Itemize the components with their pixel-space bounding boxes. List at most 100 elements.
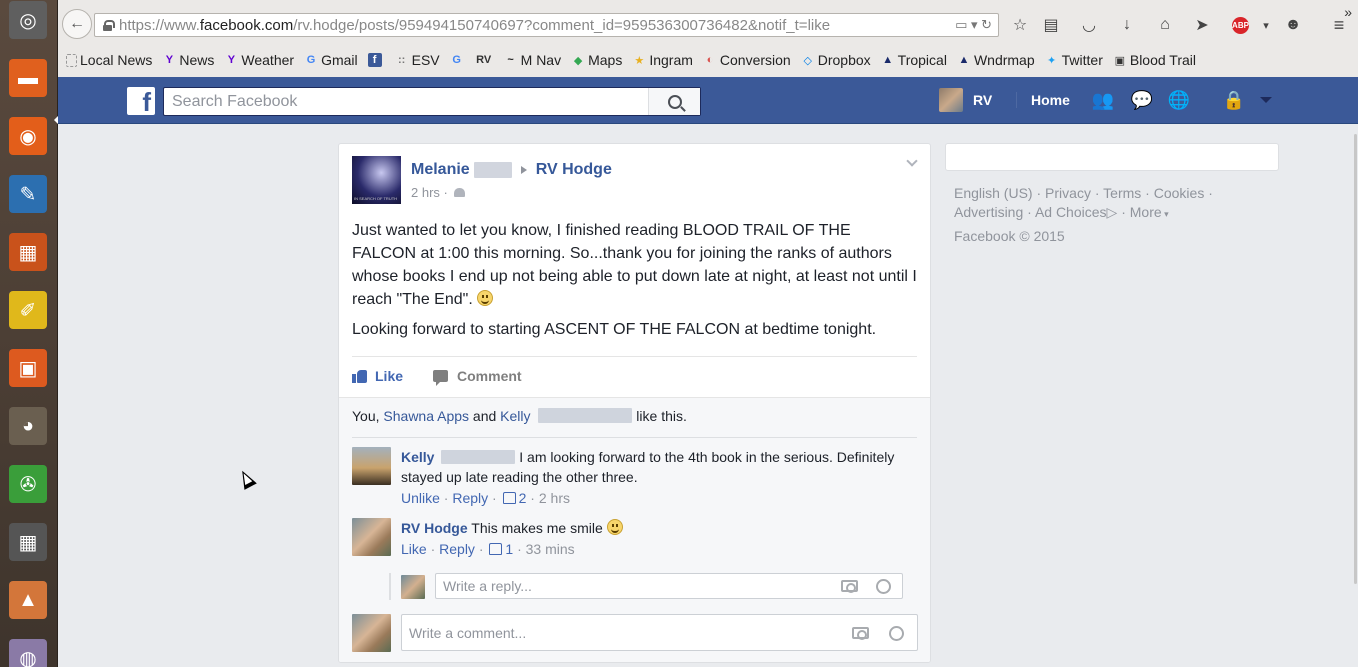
emoji-icon[interactable] (876, 579, 891, 594)
launcher-item[interactable]: ◕ (3, 400, 53, 452)
comment-author[interactable]: Kelly (401, 449, 434, 465)
bookmark-label: Weather (241, 52, 295, 68)
launcher-item[interactable]: ✐ (3, 284, 53, 336)
launcher-item[interactable]: ◉ (3, 110, 53, 162)
url-host: facebook.com (199, 16, 294, 34)
reply-input[interactable]: Write a reply... (435, 573, 903, 599)
facebook-logo-icon[interactable]: f (127, 87, 155, 115)
launcher-item[interactable]: ✎ (3, 168, 53, 220)
libreoffice-writer-icon: ✎ (9, 175, 47, 213)
footer-more[interactable]: More (1130, 204, 1162, 220)
bookmarks-overflow-icon[interactable]: » (1344, 4, 1352, 20)
back-button[interactable]: ← (62, 9, 92, 39)
bookmark-item[interactable]: G Gmail (304, 52, 358, 68)
comment-author[interactable]: RV Hodge (401, 520, 468, 536)
author-avatar[interactable]: IN SEARCH OF TRUTH (352, 156, 401, 204)
chat-icon[interactable]: ☻ (1283, 15, 1303, 35)
comment-avatar[interactable] (352, 518, 391, 556)
home-icon[interactable]: ⌂ (1155, 15, 1175, 35)
bookmark-item[interactable]: ◆ Maps (571, 52, 622, 68)
launcher-item[interactable]: ◎ (3, 0, 53, 46)
like-button[interactable]: Like (352, 368, 403, 384)
bookmark-item[interactable]: RV (476, 53, 494, 67)
launcher-item[interactable]: ▦ (3, 516, 53, 568)
privacy-shortcuts-icon[interactable]: 🔒 (1221, 89, 1247, 111)
facebook-top-bar: f RV Home 👥 💬 🌐 🔒 (58, 77, 1358, 124)
camera-icon[interactable] (841, 580, 858, 593)
footer-terms[interactable]: Terms (1103, 185, 1141, 201)
commenter-avatar (352, 614, 391, 652)
scrollbar-thumb[interactable] (1354, 134, 1357, 584)
footer-language[interactable]: English (US) (954, 185, 1033, 201)
bookmark-item[interactable]: :: ESV (395, 52, 440, 68)
page-scrollbar[interactable] (1350, 124, 1358, 667)
footer-privacy[interactable]: Privacy (1045, 185, 1091, 201)
ad-choices-icon: ▷ (1106, 204, 1118, 220)
bookmark-item[interactable]: ◐ Conversion (703, 52, 791, 68)
comment-avatar[interactable] (352, 447, 391, 485)
reply-link[interactable]: Reply (439, 539, 475, 559)
adblock-icon[interactable]: ABP (1232, 17, 1249, 34)
bookmark-item[interactable]: ▲ Wndrmap (957, 52, 1034, 68)
post-target[interactable]: RV Hodge (536, 161, 612, 179)
bookmark-item[interactable]: ★ Ingram (632, 52, 693, 68)
likes-summary: You, Shawna Apps and Kelly like this. (352, 408, 917, 438)
bookmark-item[interactable]: ▲ Tropical (881, 52, 947, 68)
friend-requests-icon[interactable]: 👥 (1090, 89, 1116, 111)
notifications-globe-icon[interactable]: 🌐 (1166, 89, 1192, 111)
search-button[interactable] (648, 88, 700, 115)
launcher-item[interactable]: ✇ (3, 458, 53, 510)
reading-list-icon[interactable]: ▤ (1041, 15, 1061, 35)
launcher-item[interactable]: ▦ (3, 226, 53, 278)
post-author[interactable]: Melanie (411, 161, 470, 179)
pocket-icon[interactable]: ◡ (1079, 15, 1099, 35)
bookmark-item[interactable]: ~ M Nav (504, 52, 561, 68)
downloads-icon[interactable]: ↓ (1117, 15, 1137, 35)
comment-time[interactable]: 33 mins (526, 539, 575, 559)
bookmark-star-icon[interactable]: ☆ (1010, 15, 1030, 35)
launcher-item[interactable]: ▣ (3, 342, 53, 394)
post-body: Just wanted to let you know, I finished … (352, 219, 917, 348)
post-options-chevron-icon[interactable] (906, 155, 918, 167)
comment-like-count[interactable]: 2 (519, 488, 527, 508)
chevron-down-icon: ▾ (1161, 209, 1169, 219)
comment-button[interactable]: Comment (433, 368, 522, 386)
bookmark-item[interactable]: Y News (162, 52, 215, 68)
unlike-link[interactable]: Unlike (401, 488, 440, 508)
bookmark-item[interactable]: G (450, 53, 467, 67)
post-timestamp[interactable]: 2 hrs · (411, 185, 448, 200)
comment-like-count[interactable]: 1 (505, 539, 513, 559)
like-link[interactable]: Like (401, 539, 427, 559)
comment-meta: Unlike · Reply · 2 · 2 hrs (401, 488, 570, 508)
account-menu-icon[interactable] (1253, 89, 1279, 111)
adblock-dropdown-icon[interactable]: ▾ (1256, 15, 1276, 35)
search-input[interactable] (164, 88, 634, 115)
footer-advertising[interactable]: Advertising (954, 204, 1023, 220)
home-link[interactable]: Home (1016, 92, 1070, 108)
launcher-item[interactable]: ◍ (3, 632, 53, 667)
messages-icon[interactable]: 💬 (1129, 89, 1155, 111)
comment-time[interactable]: 2 hrs (539, 488, 570, 508)
launcher-item[interactable]: ▬ (3, 52, 53, 104)
likes-name-1[interactable]: Shawna Apps (383, 408, 469, 424)
likes-name-2[interactable]: Kelly (500, 408, 530, 424)
avatar-caption: IN SEARCH OF TRUTH (354, 196, 398, 201)
profile-link[interactable]: RV (939, 88, 992, 112)
emoji-icon[interactable] (889, 626, 904, 641)
bookmark-item[interactable]: Y Weather (224, 52, 294, 68)
post-time: 2 hrs · (411, 185, 465, 200)
comment-input[interactable]: Write a comment... (401, 614, 918, 651)
reader-dropdown-reload-icons[interactable]: ▭ ▾ ↻ (955, 17, 992, 33)
bookmark-item[interactable]: f (367, 53, 385, 67)
footer-ad-choices[interactable]: Ad Choices (1035, 204, 1107, 220)
bookmark-item[interactable]: Local News (66, 52, 152, 68)
camera-icon[interactable] (852, 627, 869, 640)
url-bar[interactable]: https://www. facebook.com/rv.hodge/posts/… (94, 13, 999, 37)
launcher-item[interactable]: ▲ (3, 574, 53, 626)
bookmark-item[interactable]: ◇ Dropbox (801, 52, 871, 68)
footer-cookies[interactable]: Cookies (1154, 185, 1205, 201)
reply-link[interactable]: Reply (452, 488, 488, 508)
send-icon[interactable]: ➤ (1192, 15, 1212, 35)
bookmark-item[interactable]: ▣ Blood Trail (1113, 52, 1196, 68)
bookmark-item[interactable]: ✦ Twitter (1045, 52, 1103, 68)
